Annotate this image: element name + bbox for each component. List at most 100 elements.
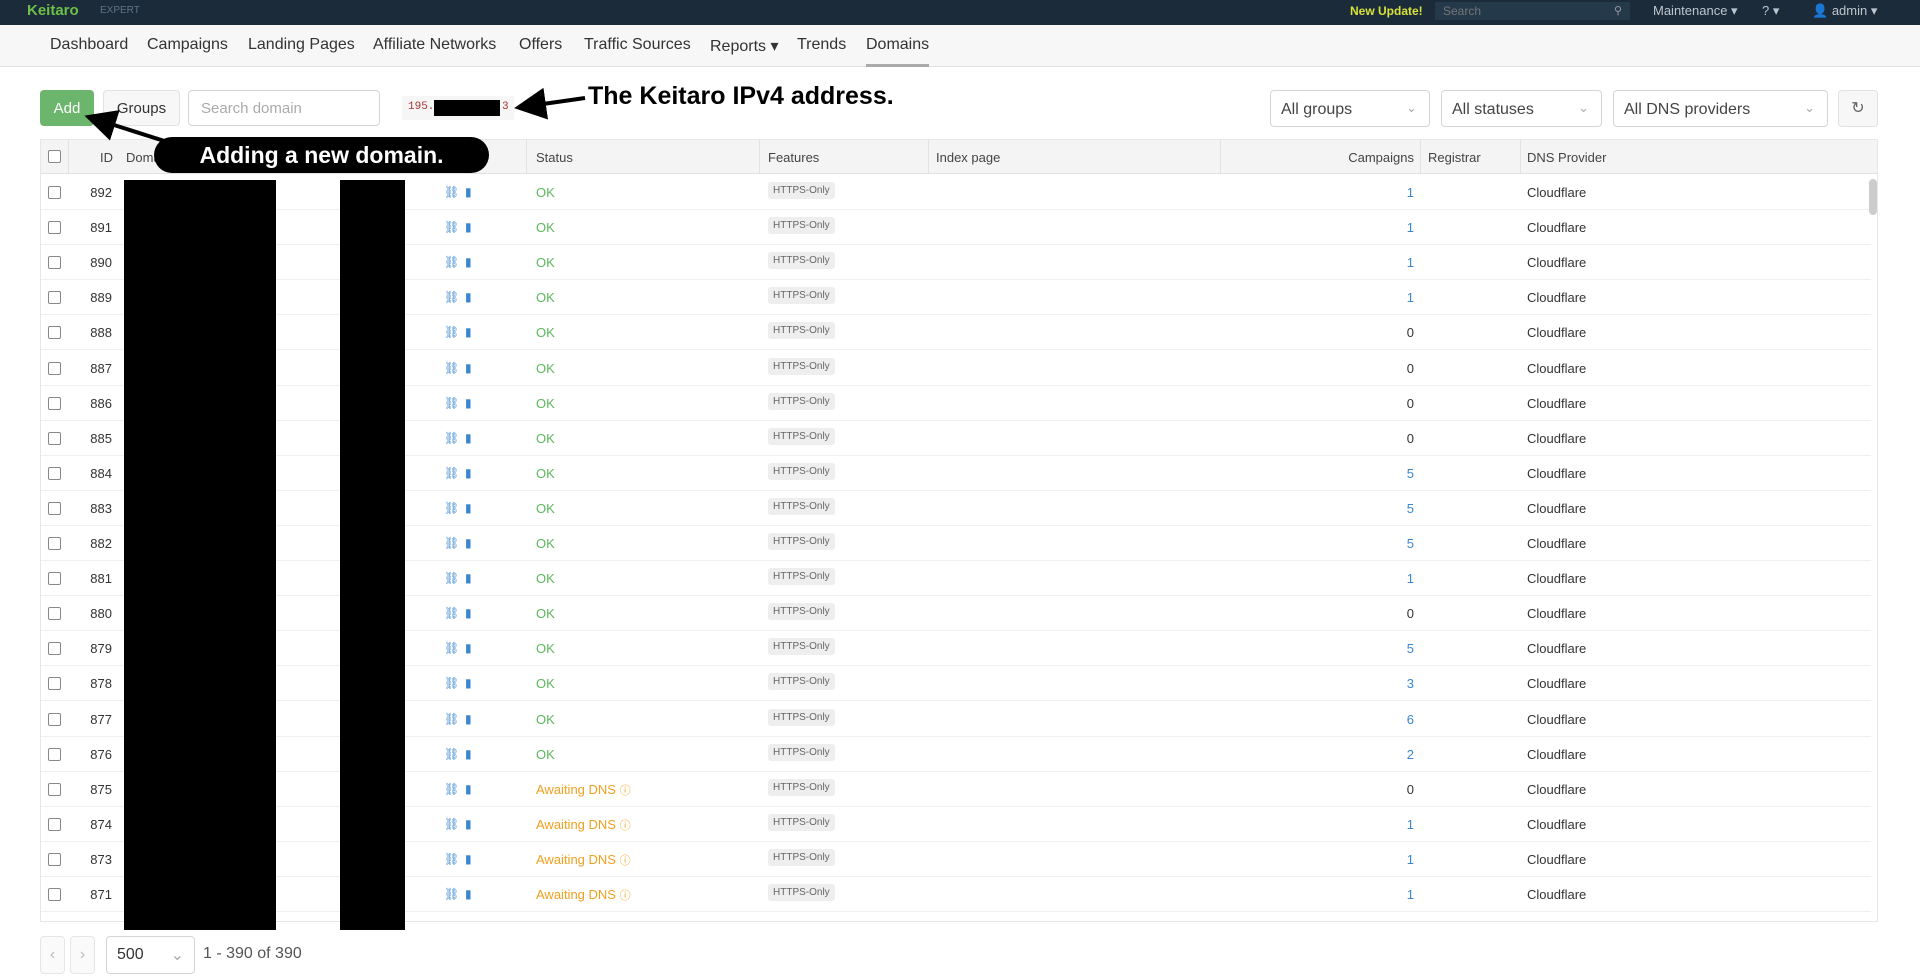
nav-reports[interactable]: Reports ▾ (710, 36, 779, 56)
new-update-link[interactable]: New Update! (1350, 4, 1423, 18)
info-icon[interactable]: ⓘ (620, 890, 631, 902)
row-campaigns[interactable]: 3 (1371, 676, 1414, 691)
col-dns-provider[interactable]: DNS Provider (1527, 150, 1606, 165)
link-icon[interactable]: ⛓ (444, 641, 459, 655)
search-domain-input[interactable] (188, 90, 380, 126)
info-icon[interactable]: ⓘ (620, 785, 631, 797)
prev-page-button[interactable]: ‹ (40, 936, 65, 974)
document-icon[interactable]: ▮ (465, 887, 472, 901)
row-campaigns[interactable]: 1 (1371, 817, 1414, 832)
row-campaigns[interactable]: 1 (1371, 220, 1414, 235)
nav-affiliate-networks[interactable]: Affiliate Networks (373, 36, 496, 54)
document-icon[interactable]: ▮ (465, 712, 472, 726)
row-campaigns[interactable]: 5 (1371, 466, 1414, 481)
link-icon[interactable]: ⛓ (444, 290, 459, 304)
dns-filter[interactable]: All DNS providers ⌄ (1613, 90, 1828, 127)
document-icon[interactable]: ▮ (465, 325, 472, 339)
link-icon[interactable]: ⛓ (444, 571, 459, 585)
row-checkbox[interactable] (48, 642, 61, 656)
nav-dashboard[interactable]: Dashboard (50, 36, 128, 54)
document-icon[interactable]: ▮ (465, 641, 472, 655)
row-checkbox[interactable] (48, 677, 61, 691)
col-campaigns[interactable]: Campaigns (1341, 150, 1414, 165)
link-icon[interactable]: ⛓ (444, 606, 459, 620)
row-checkbox[interactable] (48, 747, 61, 761)
link-icon[interactable]: ⛓ (444, 396, 459, 410)
row-checkbox[interactable] (48, 466, 61, 480)
table-row[interactable]: 878 ⛓ ▮ OK HTTPS-Only 3 Cloudflare (41, 666, 1871, 702)
row-checkbox[interactable] (48, 291, 61, 305)
table-row[interactable]: 889 ⛓ ▮ OK HTTPS-Only 1 Cloudflare (41, 280, 1871, 316)
nav-campaigns[interactable]: Campaigns (147, 36, 228, 54)
row-checkbox[interactable] (48, 396, 61, 410)
help-menu[interactable]: ? ▾ (1762, 3, 1779, 19)
document-icon[interactable]: ▮ (465, 536, 472, 550)
row-checkbox[interactable] (48, 888, 61, 901)
document-icon[interactable]: ▮ (465, 606, 472, 620)
link-icon[interactable]: ⛓ (444, 817, 459, 831)
nav-landing-pages[interactable]: Landing Pages (248, 36, 355, 54)
link-icon[interactable]: ⛓ (444, 220, 459, 234)
table-row[interactable]: 886 ⛓ ▮ OK HTTPS-Only 0 Cloudflare (41, 386, 1871, 421)
row-checkbox[interactable] (48, 782, 61, 796)
row-checkbox[interactable] (48, 607, 61, 621)
col-registrar[interactable]: Registrar (1428, 150, 1481, 165)
row-campaigns[interactable]: 1 (1371, 255, 1414, 270)
row-campaigns[interactable]: 5 (1371, 641, 1414, 656)
row-campaigns[interactable]: 5 (1371, 501, 1414, 516)
link-icon[interactable]: ⛓ (444, 887, 459, 901)
add-button[interactable]: Add (40, 90, 94, 126)
link-icon[interactable]: ⛓ (444, 782, 459, 796)
link-icon[interactable]: ⛓ (444, 185, 459, 199)
document-icon[interactable]: ▮ (465, 290, 472, 304)
link-icon[interactable]: ⛓ (444, 361, 459, 375)
document-icon[interactable]: ▮ (465, 255, 472, 269)
table-row[interactable]: 879 ⛓ ▮ OK HTTPS-Only 5 Cloudflare (41, 631, 1871, 667)
logo[interactable]: Keitaro (27, 2, 79, 19)
refresh-button[interactable]: ↻ (1838, 90, 1878, 127)
document-icon[interactable]: ▮ (465, 185, 472, 199)
document-icon[interactable]: ▮ (465, 747, 472, 761)
row-campaigns[interactable]: 1 (1371, 185, 1414, 200)
row-campaigns[interactable]: 6 (1371, 712, 1414, 727)
document-icon[interactable]: ▮ (465, 852, 472, 866)
scrollbar[interactable] (1869, 179, 1877, 215)
row-campaigns[interactable]: 5 (1371, 536, 1414, 551)
table-row[interactable]: 891 ⛓ ▮ OK HTTPS-Only 1 Cloudflare (41, 210, 1871, 246)
row-campaigns[interactable]: 1 (1371, 290, 1414, 305)
table-row[interactable]: 885 ⛓ ▮ OK HTTPS-Only 0 Cloudflare (41, 421, 1871, 456)
document-icon[interactable]: ▮ (465, 220, 472, 234)
per-page-select[interactable]: 500 ⌄ (106, 936, 195, 974)
row-checkbox[interactable] (48, 537, 61, 550)
table-row[interactable]: 873 ⛓ ▮ Awaiting DNS ⓘ HTTPS-Only 1 Clou… (41, 842, 1871, 877)
table-row[interactable]: 876 ⛓ ▮ OK HTTPS-Only 2 Cloudflare (41, 737, 1871, 772)
table-row[interactable]: 883 ⛓ ▮ OK HTTPS-Only 5 Cloudflare (41, 491, 1871, 526)
table-row[interactable]: 877 ⛓ ▮ OK HTTPS-Only 6 Cloudflare (41, 702, 1871, 737)
info-icon[interactable]: ⓘ (620, 820, 631, 832)
info-icon[interactable]: ⓘ (620, 855, 631, 867)
row-checkbox[interactable] (48, 572, 61, 586)
document-icon[interactable]: ▮ (465, 817, 472, 831)
link-icon[interactable]: ⛓ (444, 852, 459, 866)
nav-trends[interactable]: Trends (797, 36, 846, 54)
row-campaigns[interactable]: 2 (1371, 747, 1414, 762)
row-checkbox[interactable] (48, 256, 61, 270)
maintenance-menu[interactable]: Maintenance ▾ (1653, 3, 1738, 19)
table-row[interactable]: 882 ⛓ ▮ OK HTTPS-Only 5 Cloudflare (41, 526, 1871, 561)
document-icon[interactable]: ▮ (465, 571, 472, 585)
col-id[interactable]: ID (100, 150, 113, 165)
document-icon[interactable]: ▮ (465, 361, 472, 375)
row-checkbox[interactable] (48, 817, 61, 831)
link-icon[interactable]: ⛓ (444, 466, 459, 480)
select-all-checkbox[interactable] (48, 150, 61, 163)
user-menu[interactable]: 👤 admin ▾ (1812, 3, 1877, 19)
table-row[interactable]: 880 ⛓ ▮ OK HTTPS-Only 0 Cloudflare (41, 596, 1871, 632)
row-checkbox[interactable] (48, 431, 61, 445)
table-row[interactable]: 875 ⛓ ▮ Awaiting DNS ⓘ HTTPS-Only 0 Clou… (41, 772, 1871, 807)
nav-domains[interactable]: Domains (866, 36, 930, 67)
table-row[interactable]: 871 ⛓ ▮ Awaiting DNS ⓘ HTTPS-Only 1 Clou… (41, 877, 1871, 912)
row-checkbox[interactable] (48, 326, 61, 340)
statuses-filter[interactable]: All statuses ⌄ (1441, 90, 1602, 127)
nav-traffic-sources[interactable]: Traffic Sources (584, 36, 691, 54)
document-icon[interactable]: ▮ (465, 501, 472, 515)
